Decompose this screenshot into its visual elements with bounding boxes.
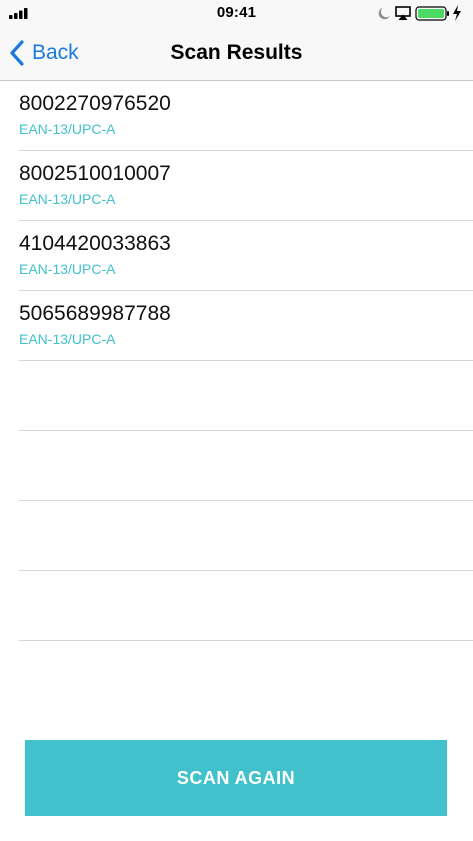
list-item[interactable]: 4104420033863 EAN-13/UPC-A xyxy=(19,221,473,291)
barcode-value: 8002510010007 xyxy=(19,162,171,185)
scan-results-list: 8002270976520 EAN-13/UPC-A 8002510010007… xyxy=(19,81,473,641)
scan-again-button[interactable]: SCAN AGAIN xyxy=(25,740,447,816)
barcode-value: 4104420033863 xyxy=(19,232,171,255)
status-icons xyxy=(378,5,461,21)
barcode-value: 8002270976520 xyxy=(19,92,171,115)
navigation-bar: Scan Results Back xyxy=(0,26,473,81)
empty-list-row xyxy=(19,431,473,501)
barcode-type: EAN-13/UPC-A xyxy=(19,331,116,347)
charging-bolt-icon xyxy=(453,5,461,21)
list-item[interactable]: 8002510010007 EAN-13/UPC-A xyxy=(19,151,473,221)
chevron-left-icon xyxy=(10,40,24,66)
status-bar: 09:41 xyxy=(0,0,473,26)
battery-icon xyxy=(415,6,449,21)
barcode-value: 5065689987788 xyxy=(19,302,171,325)
empty-list-row xyxy=(19,571,473,641)
empty-list-row xyxy=(19,501,473,571)
empty-list-row xyxy=(19,361,473,431)
barcode-type: EAN-13/UPC-A xyxy=(19,121,116,137)
barcode-type: EAN-13/UPC-A xyxy=(19,191,116,207)
list-item[interactable]: 5065689987788 EAN-13/UPC-A xyxy=(19,291,473,361)
airplay-icon xyxy=(395,6,411,20)
barcode-type: EAN-13/UPC-A xyxy=(19,261,116,277)
list-item[interactable]: 8002270976520 EAN-13/UPC-A xyxy=(19,81,473,151)
back-button[interactable]: Back xyxy=(8,26,79,80)
moon-icon xyxy=(378,7,390,20)
back-label: Back xyxy=(32,41,79,64)
